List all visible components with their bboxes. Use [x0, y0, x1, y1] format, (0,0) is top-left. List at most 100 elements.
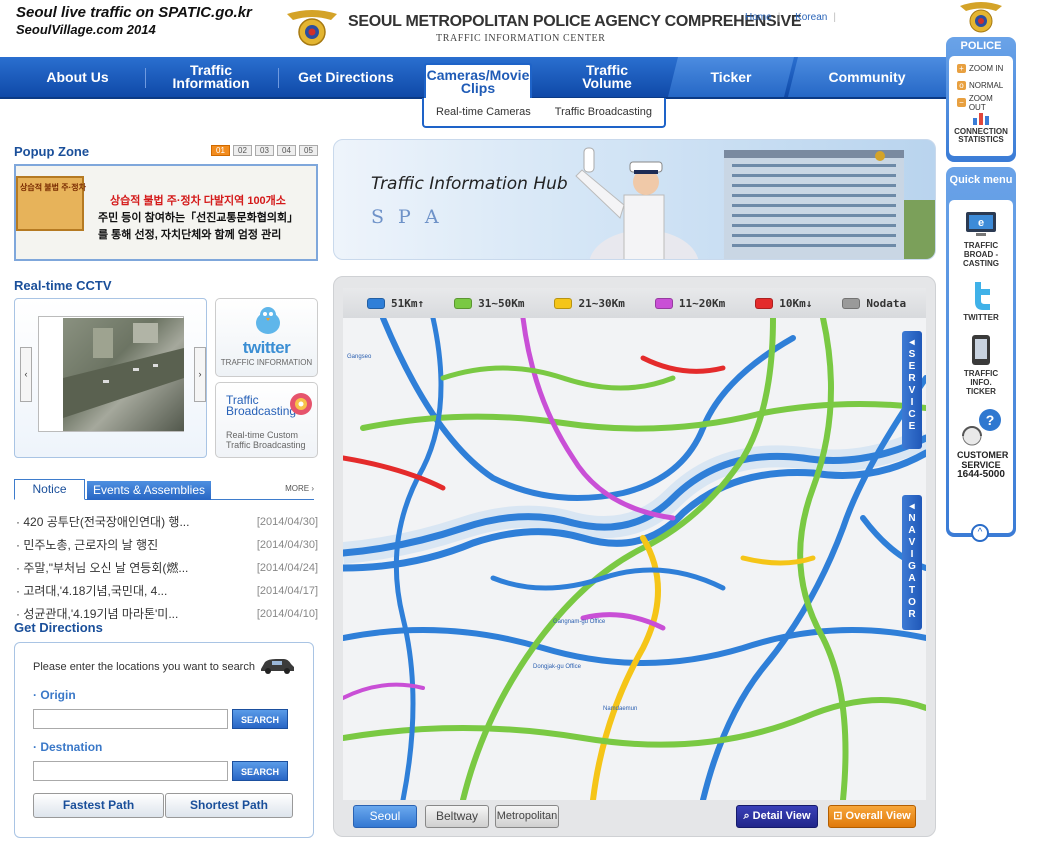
- notice-date: [2014/04/30]: [256, 538, 318, 551]
- detail-view-label: Detail View: [752, 809, 811, 822]
- map-label: Namdaemun: [603, 706, 637, 712]
- ticker-label: TRAFFIC INFO. TICKER: [963, 369, 999, 396]
- svg-text:?: ?: [986, 412, 995, 428]
- origin-input[interactable]: [33, 709, 228, 729]
- nav-traffic-information[interactable]: Traffic Information: [165, 57, 257, 97]
- map-label: Gangseo: [347, 354, 372, 360]
- popup-banner[interactable]: 상습적 불법 주·정차 상습적 불법 주·정차 다발지역 100개소 주민 등이…: [14, 164, 318, 261]
- legend-item: 31~50Km: [454, 297, 524, 310]
- legend-item: 21~30Km: [554, 296, 625, 310]
- magnifier-icon: ⌕: [743, 809, 750, 822]
- police-crest-icon: [960, 2, 1002, 33]
- cctv-next-button[interactable]: ›: [194, 347, 206, 402]
- popup-page-3[interactable]: 03: [255, 145, 274, 156]
- reset-icon: o: [957, 81, 966, 90]
- shortest-path-button[interactable]: Shortest Path: [165, 793, 293, 818]
- normal-zoom-button[interactable]: o NORMAL: [957, 77, 1011, 94]
- zoom-out-button[interactable]: − ZOOM OUT: [957, 93, 1011, 112]
- nav-get-directions[interactable]: Get Directions: [290, 57, 402, 97]
- tab-notice[interactable]: Notice: [14, 479, 85, 500]
- agency-name: SEOUL METROPOLITAN POLICE AGENCY COMPREH…: [348, 13, 802, 30]
- chevron-left-icon: ‹: [24, 369, 28, 379]
- statistics-label: CONNECTION STATISTICS: [954, 127, 1008, 144]
- notice-title: 민주노총, 근로자의 날 행진: [23, 538, 159, 552]
- tab-events-assemblies[interactable]: Events & Assemblies: [87, 481, 211, 500]
- origin-search-button[interactable]: SEARCH: [232, 709, 288, 729]
- map-service-tab[interactable]: ◂ SERVICE: [902, 331, 922, 449]
- link-separator: |: [777, 12, 781, 23]
- nav-about-us[interactable]: About Us: [30, 57, 125, 97]
- map-navigator-tab[interactable]: ◂ NAVIGATOR: [902, 495, 922, 630]
- traffic-broadcasting-title: Traffic Broadcasting: [226, 393, 297, 418]
- cctv-prev-button[interactable]: ‹: [20, 347, 32, 402]
- cctv-title: Real-time CCTV: [14, 278, 112, 293]
- detail-view-button[interactable]: ⌕ Detail View: [736, 804, 818, 828]
- cctv-road-scene: [63, 323, 184, 418]
- legend-swatch: [554, 297, 573, 309]
- road-network: Gangnam-gu Office Dongjak-gu Office Namd…: [343, 318, 926, 800]
- overall-view-button[interactable]: ⊡ Overall View: [828, 804, 916, 828]
- legend-label: 21~30Km: [578, 296, 625, 310]
- zoom-out-label: ZOOM OUT: [968, 93, 993, 112]
- zoom-in-button[interactable]: + ZOOM IN: [957, 60, 1011, 77]
- watermark-subtitle: SeoulVillage.com 2014: [16, 22, 156, 37]
- nav-traffic-volume[interactable]: Traffic Volume: [560, 57, 654, 97]
- nav-community[interactable]: Community: [788, 57, 946, 97]
- legend-item: 11~20Km: [654, 297, 725, 310]
- twitter-sub-label: TRAFFIC INFORMATION: [220, 358, 313, 367]
- twitter-logo-text: twitter: [242, 338, 291, 357]
- traffic-broadcasting-link[interactable]: Traffic Broadcasting Real-time Custom Tr…: [215, 382, 318, 458]
- quick-broadcasting[interactable]: e TRAFFIC BROAD -CASTING: [949, 210, 1013, 268]
- navigator-vertical-label: NAVIGATOR: [906, 513, 918, 621]
- agency-subtitle: TRAFFIC INFORMATION CENTER: [436, 33, 606, 44]
- cctv-camera-image[interactable]: [63, 318, 184, 431]
- police-emblem-icon[interactable]: [283, 8, 341, 48]
- scroll-up-button[interactable]: ^: [971, 524, 989, 542]
- home-link[interactable]: Home: [745, 12, 772, 23]
- korean-link[interactable]: Korean: [795, 12, 827, 23]
- directions-prompt: Please enter the locations you want to s…: [33, 661, 255, 673]
- broadcast-icon: [290, 393, 312, 415]
- popup-page-1[interactable]: 01: [211, 145, 230, 156]
- more-link[interactable]: MORE ›: [285, 484, 314, 493]
- link-separator: |: [833, 12, 836, 23]
- subnav-traffic-broadcasting[interactable]: Traffic Broadcasting: [555, 106, 652, 118]
- quick-twitter[interactable]: TWITTER: [949, 280, 1013, 322]
- legend-swatch: [755, 297, 774, 309]
- notice-item[interactable]: · 고려대,'4.18기념,국민대, 4... [2014/04/17]: [16, 579, 318, 602]
- popup-page-5[interactable]: 05: [299, 145, 318, 156]
- nav-divider: [278, 68, 279, 88]
- notice-item[interactable]: · 420 공투단(전국장애인연대) 행... [2014/04/30]: [16, 510, 318, 533]
- subnav-real-time-cameras[interactable]: Real-time Cameras: [436, 106, 531, 118]
- quick-menu: Quick menu e TRAFFIC BROAD -CASTING TWIT…: [946, 167, 1016, 537]
- zoom-in-label: ZOOM IN: [969, 64, 1004, 73]
- legend-swatch: [367, 297, 385, 309]
- notice-item[interactable]: · 민주노총, 근로자의 날 행진 [2014/04/30]: [16, 533, 318, 556]
- nav-cameras-movie-clips[interactable]: Cameras/Movie Clips: [424, 63, 532, 99]
- customer-service[interactable]: ? CUSTOMER SERVICE 1644-5000: [949, 408, 1013, 480]
- destination-input[interactable]: [33, 761, 228, 781]
- notice-title: 고려대,'4.18기념,국민대, 4...: [23, 584, 168, 598]
- legend-item: 10Km↓: [755, 297, 812, 310]
- popup-page-4[interactable]: 04: [277, 145, 296, 156]
- view-seoul-button[interactable]: Seoul: [353, 804, 417, 828]
- destination-label-text: Destnation: [40, 740, 103, 754]
- map-label: Gangnam-gu Office: [553, 619, 606, 625]
- nav-ticker[interactable]: Ticker: [668, 57, 794, 97]
- notice-date: [2014/04/10]: [256, 607, 318, 620]
- caret-left-icon: ◂: [909, 501, 915, 512]
- connection-statistics-link[interactable]: CONNECTION STATISTICS: [951, 111, 1011, 144]
- view-beltway-button[interactable]: Beltway: [425, 804, 489, 828]
- fastest-path-button[interactable]: Fastest Path: [33, 793, 164, 818]
- legend-item: Nodata: [842, 297, 906, 310]
- quick-ticker[interactable]: TRAFFIC INFO. TICKER: [949, 334, 1013, 396]
- destination-search-button[interactable]: SEARCH: [232, 761, 288, 781]
- notice-item[interactable]: · 주말,"부처님 오신 날 연등회(燃... [2014/04/24]: [16, 556, 318, 579]
- seoul-traffic-map[interactable]: Gangnam-gu Office Dongjak-gu Office Namd…: [343, 318, 926, 800]
- mobile-device-icon: [972, 335, 990, 365]
- popup-page-2[interactable]: 02: [233, 145, 252, 156]
- popup-zone-title: Popup Zone: [14, 144, 90, 159]
- twitter-traffic-link[interactable]: twitter TRAFFIC INFORMATION: [215, 298, 318, 377]
- main-nav: About Us Traffic Information Get Directi…: [0, 57, 946, 99]
- view-metropolitan-button[interactable]: Metropolitan: [495, 804, 559, 828]
